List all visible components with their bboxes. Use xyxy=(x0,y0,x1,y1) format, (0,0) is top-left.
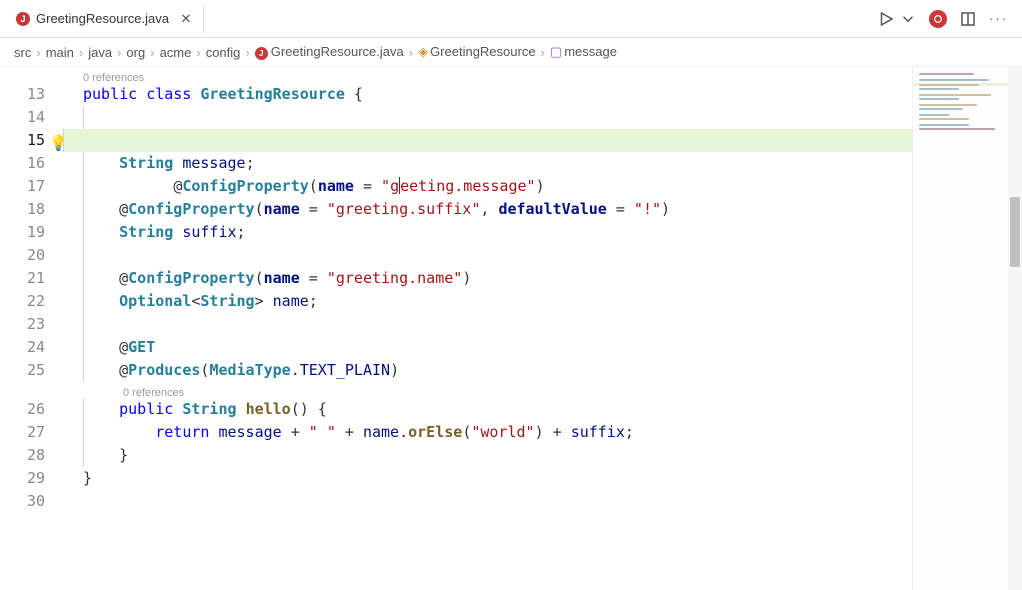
breadcrumb-method[interactable]: ▢message xyxy=(550,44,617,60)
line-number: 30 xyxy=(0,490,45,513)
chevron-right-icon: › xyxy=(196,45,200,60)
line-number: 23 xyxy=(0,313,45,336)
line-number: 20 xyxy=(0,244,45,267)
breadcrumb-main[interactable]: main xyxy=(46,45,74,60)
code-content[interactable]: 0 references public class GreetingResour… xyxy=(63,67,912,590)
line-number: 22 xyxy=(0,290,45,313)
code-line[interactable]: public class GreetingResource { xyxy=(83,83,912,106)
code-line[interactable]: } xyxy=(83,467,912,490)
breadcrumb-config[interactable]: config xyxy=(206,45,241,60)
lightbulb-icon[interactable]: 💡 xyxy=(49,132,63,155)
java-file-icon: J xyxy=(16,12,30,26)
line-number: 17 xyxy=(0,175,45,198)
code-line[interactable]: @Produces(MediaType.TEXT_PLAIN) xyxy=(83,359,912,382)
codelens-references[interactable]: 0 references xyxy=(83,67,912,83)
scrollbar-thumb[interactable] xyxy=(1010,197,1020,267)
code-line[interactable]: @ConfigProperty(name = "greeting.suffix"… xyxy=(83,198,912,221)
breadcrumb-acme[interactable]: acme xyxy=(160,45,192,60)
code-line[interactable] xyxy=(83,175,912,198)
line-number: 13 xyxy=(0,83,45,106)
line-number: 29 xyxy=(0,467,45,490)
code-line[interactable]: String message; xyxy=(83,152,912,175)
line-number: 28 xyxy=(0,444,45,467)
editor-area[interactable]: 13 14 15 16 17 18 19 20 21 22 23 24 25 2… xyxy=(0,67,1022,590)
chevron-down-icon[interactable] xyxy=(899,10,917,28)
run-icon[interactable] xyxy=(877,10,895,28)
line-number: 19 xyxy=(0,221,45,244)
breadcrumb-src[interactable]: src xyxy=(14,45,31,60)
code-line[interactable]: String suffix; xyxy=(83,221,912,244)
code-line[interactable] xyxy=(83,313,912,336)
minimap[interactable] xyxy=(912,67,1008,590)
java-file-icon: J xyxy=(255,47,268,60)
close-icon[interactable]: ✕ xyxy=(179,11,193,27)
class-icon: ◈ xyxy=(418,44,428,59)
titlebar: J GreetingResource.java ✕ ··· xyxy=(0,0,1022,38)
titlebar-actions: ··· xyxy=(877,10,1016,28)
code-line[interactable]: return message + " " + name.orElse("worl… xyxy=(83,421,912,444)
line-number: 18 xyxy=(0,198,45,221)
record-icon[interactable] xyxy=(929,10,947,28)
chevron-right-icon: › xyxy=(409,45,413,60)
breadcrumb-org[interactable]: org xyxy=(126,45,145,60)
line-number: 16 xyxy=(0,152,45,175)
line-number: 25 xyxy=(0,359,45,382)
code-line[interactable] xyxy=(83,244,912,267)
line-number: 24 xyxy=(0,336,45,359)
line-number: 14 xyxy=(0,106,45,129)
code-line[interactable]: } xyxy=(83,444,912,467)
method-icon: ▢ xyxy=(550,44,562,59)
codelens-references[interactable]: 0 references xyxy=(83,382,912,398)
line-number: 26 xyxy=(0,398,45,421)
breadcrumb-java[interactable]: java xyxy=(88,45,112,60)
chevron-right-icon: › xyxy=(150,45,154,60)
chevron-right-icon: › xyxy=(245,45,249,60)
split-editor-icon[interactable] xyxy=(959,10,977,28)
code-line[interactable] xyxy=(83,490,912,513)
code-line[interactable]: public String hello() { xyxy=(83,398,912,421)
code-line[interactable]: @ConfigProperty(name = "greeting.name") xyxy=(83,267,912,290)
code-line[interactable]: Optional<String> name; xyxy=(83,290,912,313)
line-number: 21 xyxy=(0,267,45,290)
vertical-scrollbar[interactable] xyxy=(1008,67,1022,590)
line-number: 15 xyxy=(0,129,45,152)
breadcrumb-class[interactable]: ◈GreetingResource xyxy=(418,44,536,60)
tab-filename: GreetingResource.java xyxy=(36,11,169,26)
chevron-right-icon: › xyxy=(79,45,83,60)
editor-tab[interactable]: J GreetingResource.java ✕ xyxy=(6,5,204,33)
code-line[interactable]: @GET xyxy=(83,336,912,359)
chevron-right-icon: › xyxy=(36,45,40,60)
chevron-right-icon: › xyxy=(117,45,121,60)
breadcrumbs: src › main › java › org › acme › config › JGre… xyxy=(0,38,1022,67)
breadcrumb-file[interactable]: JGreetingResource.java xyxy=(255,44,404,60)
chevron-right-icon: › xyxy=(541,45,545,60)
more-icon[interactable]: ··· xyxy=(989,11,1008,26)
code-line[interactable]: 💡 @ConfigProperty(name = "geeting.messag… xyxy=(63,129,912,152)
line-number: 27 xyxy=(0,421,45,444)
code-line[interactable] xyxy=(83,106,912,129)
